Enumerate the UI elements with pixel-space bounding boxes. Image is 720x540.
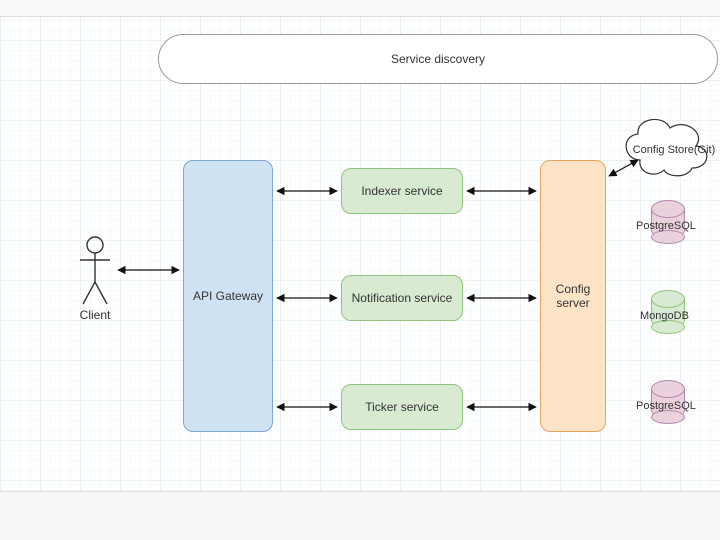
service-discovery-label: Service discovery <box>391 52 485 66</box>
notification-service-box: Notification service <box>341 275 463 321</box>
config-server-label: Config server <box>545 282 601 310</box>
ticker-service-label: Ticker service <box>365 400 439 414</box>
ruler-top <box>0 0 720 17</box>
db-postgresql-2-label: PostgreSQL <box>636 400 696 412</box>
actor-label: Client <box>78 308 112 322</box>
db-mongodb-label: MongoDB <box>640 310 689 322</box>
db-postgresql-1-label: PostgreSQL <box>636 220 696 232</box>
diagram-canvas[interactable]: Service discovery Client API Gateway Ind… <box>0 0 720 540</box>
api-gateway-box: API Gateway <box>183 160 273 432</box>
config-store-label: Config Store(Git) <box>624 144 720 156</box>
api-gateway-label: API Gateway <box>193 289 263 303</box>
config-server-box: Config server <box>540 160 606 432</box>
service-discovery-box: Service discovery <box>158 34 718 84</box>
notification-service-label: Notification service <box>352 291 453 305</box>
indexer-service-label: Indexer service <box>361 184 442 198</box>
bottom-bar <box>0 491 720 540</box>
ticker-service-box: Ticker service <box>341 384 463 430</box>
indexer-service-box: Indexer service <box>341 168 463 214</box>
